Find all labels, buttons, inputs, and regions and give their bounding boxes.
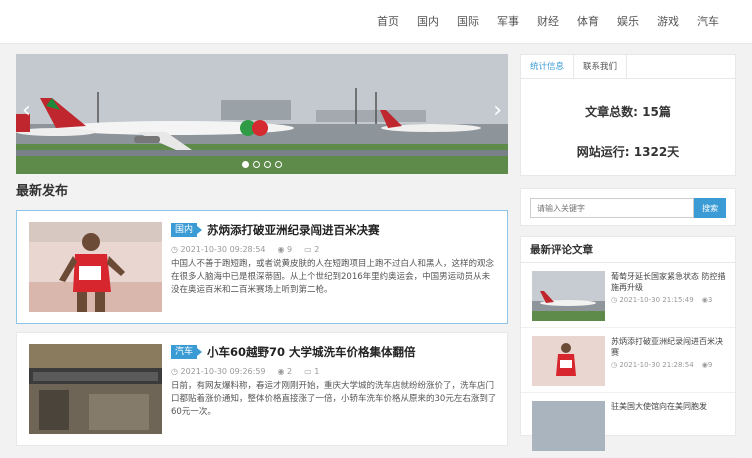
carousel-next-arrow[interactable]: › xyxy=(493,100,502,122)
comment-article-count: 9 xyxy=(707,361,713,369)
comment-thumbnail[interactable] xyxy=(532,336,605,386)
embassy-thumb xyxy=(532,401,605,451)
view-count: 2 xyxy=(287,367,293,376)
comment-count: 1 xyxy=(314,367,320,376)
image-carousel[interactable]: ‹ › xyxy=(16,54,508,174)
plane-thumb xyxy=(532,271,605,321)
tab-stats[interactable]: 统计信息 xyxy=(521,55,575,78)
search-panel: 搜索 xyxy=(520,188,736,226)
nav-auto[interactable]: 汽车 xyxy=(688,0,728,44)
comment-article-date: 2021-10-30 21:15:49 xyxy=(619,296,694,304)
comment-count: 2 xyxy=(314,245,320,254)
carousel-prev-arrow[interactable]: ‹ xyxy=(22,100,31,122)
comment-article-title[interactable]: 葡萄牙延长国家紧急状态 防控措施再升级 xyxy=(611,271,729,293)
nav-international[interactable]: 国际 xyxy=(448,0,488,44)
article-card[interactable]: 汽车 小车60越野70 大学城洗车价格集体翻倍 ◷ 2021-10-30 09:… xyxy=(16,332,508,446)
clock-icon: ◷ xyxy=(171,245,178,254)
comment-article-item[interactable]: 葡萄牙延长国家紧急状态 防控措施再升级 ◷ 2021-10-30 21:15:4… xyxy=(521,263,735,328)
nav-sports[interactable]: 体育 xyxy=(568,0,608,44)
nav-games[interactable]: 游戏 xyxy=(648,0,688,44)
nav-domestic[interactable]: 国内 xyxy=(408,0,448,44)
article-thumbnail[interactable] xyxy=(29,222,162,312)
tab-contact[interactable]: 联系我们 xyxy=(574,55,628,78)
article-meta: ◷ 2021-10-30 09:26:59 ◉ 2 ▭ 1 xyxy=(171,367,497,376)
carousel-dots xyxy=(16,161,508,168)
view-count: 9 xyxy=(287,245,293,254)
comment-article-count: 3 xyxy=(707,296,713,304)
sidebar: 统计信息 联系我们 文章总数: 15篇 网站运行: 1322天 搜索 最新评论文… xyxy=(520,54,736,458)
clock-icon: ◷ xyxy=(171,367,178,376)
comment-thumbnail[interactable] xyxy=(532,401,605,451)
latest-comments-panel: 最新评论文章 葡萄牙延长国家紧急状态 防控措施再升级 ◷ 2021-10-30 … xyxy=(520,236,736,458)
article-title[interactable]: 苏炳添打破亚洲纪录闯进百米决赛 xyxy=(207,222,380,238)
latest-section-title: 最新发布 xyxy=(16,184,69,199)
top-bar: 首页 国内 国际 军事 财经 体育 娱乐 游戏 汽车 xyxy=(0,0,752,44)
nav-finance[interactable]: 财经 xyxy=(528,0,568,44)
nav-entertainment[interactable]: 娱乐 xyxy=(608,0,648,44)
comment-icon: ▭ xyxy=(304,367,312,376)
eye-icon: ◉ xyxy=(277,245,285,254)
comment-article-title[interactable]: 苏炳添打破亚洲纪录闯进百米决赛 xyxy=(611,336,729,358)
nav-military[interactable]: 军事 xyxy=(488,0,528,44)
eye-icon: ◉ xyxy=(277,367,285,376)
site-uptime: 网站运行: 1322天 xyxy=(576,145,680,159)
carousel-dot-2[interactable] xyxy=(253,161,260,168)
main-column: ‹ › 最新发布 国内 苏炳添打破亚洲纪录闯进百米决赛 ◷ 2021-10-30… xyxy=(16,54,508,446)
stats-content: 文章总数: 15篇 网站运行: 1322天 xyxy=(521,79,735,175)
comment-icon: ▭ xyxy=(304,245,312,254)
clock-icon: ◷ xyxy=(611,361,618,369)
category-tag[interactable]: 国内 xyxy=(171,223,203,237)
sprinter-thumb xyxy=(532,336,605,386)
category-tag[interactable]: 汽车 xyxy=(171,345,203,359)
sprinter-photo xyxy=(29,222,162,312)
main-nav: 首页 国内 国际 军事 财经 体育 娱乐 游戏 汽车 xyxy=(368,0,728,44)
search-button[interactable]: 搜索 xyxy=(694,198,726,218)
carousel-dot-3[interactable] xyxy=(264,161,271,168)
article-date: 2021-10-30 09:26:59 xyxy=(180,367,266,376)
comment-article-date: 2021-10-30 21:28:54 xyxy=(619,361,694,369)
stats-panel: 统计信息 联系我们 文章总数: 15篇 网站运行: 1322天 xyxy=(520,54,736,176)
comment-article-item[interactable]: 驻美国大使馆向在美同胞发 xyxy=(521,393,735,458)
comment-thumbnail[interactable] xyxy=(532,271,605,321)
article-title[interactable]: 小车60越野70 大学城洗车价格集体翻倍 xyxy=(207,344,416,360)
article-date: 2021-10-30 09:28:54 xyxy=(180,245,266,254)
carousel-dot-4[interactable] xyxy=(275,161,282,168)
comment-article-item[interactable]: 苏炳添打破亚洲纪录闯进百米决赛 ◷ 2021-10-30 21:28:54 ◉9 xyxy=(521,328,735,393)
carwash-photo xyxy=(29,344,162,434)
comments-panel-title: 最新评论文章 xyxy=(521,237,735,263)
comment-article-title[interactable]: 驻美国大使馆向在美同胞发 xyxy=(611,401,729,412)
article-body: 国内 苏炳添打破亚洲纪录闯进百米决赛 ◷ 2021-10-30 09:28:54… xyxy=(171,221,497,297)
article-body: 汽车 小车60越野70 大学城洗车价格集体翻倍 ◷ 2021-10-30 09:… xyxy=(171,343,497,419)
clock-icon: ◷ xyxy=(611,296,618,304)
article-card[interactable]: 国内 苏炳添打破亚洲纪录闯进百米决赛 ◷ 2021-10-30 09:28:54… xyxy=(16,210,508,324)
article-thumbnail[interactable] xyxy=(29,344,162,434)
carousel-image-airport xyxy=(16,54,508,174)
article-meta: ◷ 2021-10-30 09:28:54 ◉ 9 ▭ 2 xyxy=(171,245,497,254)
nav-home[interactable]: 首页 xyxy=(368,0,408,44)
carousel-dot-1[interactable] xyxy=(242,161,249,168)
search-input[interactable] xyxy=(530,198,695,218)
total-articles: 文章总数: 15篇 xyxy=(585,105,671,119)
stats-tabs: 统计信息 联系我们 xyxy=(521,55,735,79)
article-excerpt: 中国人不善于跑短跑，或者说黄皮肤的人在短跑项目上跑不过白人和黑人，这样的观念在很… xyxy=(171,259,495,295)
